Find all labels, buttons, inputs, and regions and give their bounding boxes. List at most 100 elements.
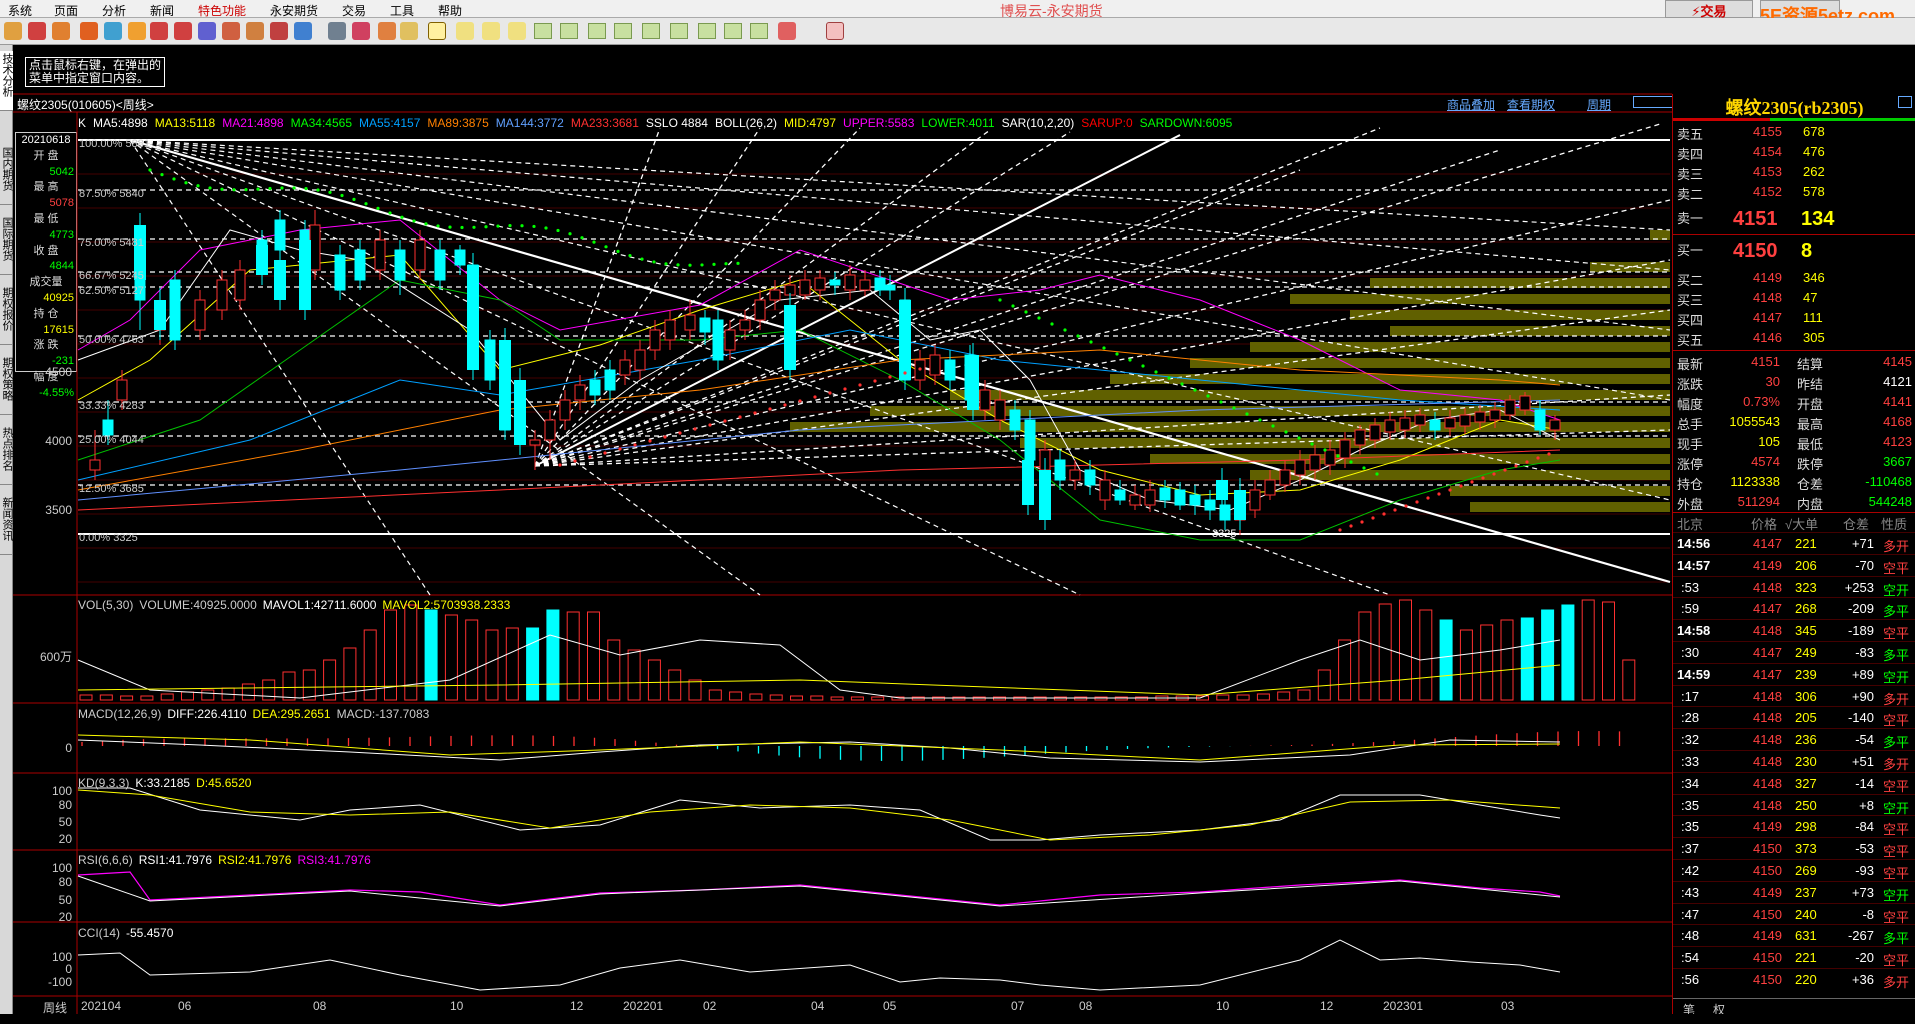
ask-row[interactable]: 卖一 4151 134 [1673,206,1915,232]
tick-time: 14:56 [1677,536,1711,551]
sar-dot [496,224,500,228]
candle-body [699,317,711,333]
rsi-legend: RSI(6,6,6) RSI1:41.7976 RSI2:41.7976 RSI3:4… [78,853,377,867]
tick-nature: 多开 [1883,691,1910,707]
bid-row[interactable]: 买一 4150 8 [1673,238,1915,266]
trade-button[interactable]: ⚡交易 [1665,0,1753,19]
sar-dot [220,187,224,191]
ask-row[interactable]: 卖五 4155 678 [1673,122,1915,142]
candle-body [559,399,571,421]
rsi-legend-item: RSI(6,6,6) [78,853,133,867]
volume-bar [566,611,580,701]
volume-bar [850,696,864,701]
volume-bar [465,619,479,701]
sar-dot [1271,424,1275,428]
tick-oi-change: -20 [1855,950,1874,966]
sar-dot [712,262,716,266]
fib-price: 3325 [113,532,138,544]
fib-percent: 50.00% [79,334,120,346]
tick-header-cell: 北京 [1677,517,1704,532]
candle-body [434,249,446,281]
sar-dot [648,439,652,443]
time-axis-label: 03 [1501,999,1515,1013]
stat-label: 最低 [1797,437,1824,452]
stat-label: 最高 [1797,417,1824,432]
ask-row[interactable]: 卖四 4154 476 [1673,142,1915,162]
candle-body [499,340,511,430]
bid-row[interactable]: 买二 4149 346 [1673,268,1915,288]
stat-value: 3667 [1883,454,1912,469]
ask-price: 4153 [1753,164,1782,179]
sar-dot [1393,508,1397,512]
tick-row: :37 4150 373 -53 空平 [1673,837,1915,859]
bid-price: 4148 [1753,290,1782,305]
candle-body [844,274,856,291]
bid-label: 买四 [1677,313,1704,328]
time-axis-label: 07 [1011,999,1025,1013]
volume-bar [790,695,803,701]
sar-dot [172,177,176,181]
stat-value: 544248 [1868,494,1912,509]
candle-body [1459,414,1471,427]
bid-label: 买一 [1677,243,1704,258]
sar-dot [1547,452,1551,456]
candle-body [1159,487,1171,501]
sar-dot [328,190,332,194]
tick-oi-change: -8 [1862,906,1874,922]
sar-dot [1154,370,1158,374]
macd-legend-item: DEA:295.2651 [252,707,331,721]
stat-value: -110468 [1865,474,1912,489]
macd-legend-item: DIFF:226.4110 [167,707,247,721]
fib-percent: 25.00% [79,434,120,446]
candle-body [1279,469,1291,486]
sar-dot [1050,322,1054,326]
mavol1-line [77,634,1561,699]
sar-dot [700,263,704,267]
stat-value: 1055543 [1729,414,1780,429]
sar-dot [1232,406,1236,410]
volume-bar [627,649,641,701]
cci-line [77,939,1561,991]
tick-nature: 空开 [1883,582,1910,598]
stat-label: 持仓 [1677,477,1704,492]
sar-dot [1284,430,1288,434]
volume-bar [1602,601,1615,701]
bid-label: 买三 [1677,293,1704,308]
tick-nature: 多平 [1883,604,1910,620]
volume-bar [1561,604,1575,701]
bid-row[interactable]: 买三 4148 47 [1673,288,1915,308]
volume-bar [1541,609,1555,701]
gann-fan-line [534,127,661,467]
ask-row[interactable]: 卖三 4153 262 [1673,162,1915,182]
candle-body [1069,469,1081,481]
sar-dot [520,224,524,228]
stat-label: 结算 [1797,357,1824,372]
stat-value: 30 [1765,374,1780,389]
bid-row[interactable]: 买五 4146 305 [1673,328,1915,348]
stat-value: 511294 [1737,494,1780,509]
fib-percent: 100.00% [79,138,126,150]
candle-body [1474,411,1486,423]
fib-level-label: 87.50% 5840 [79,188,144,200]
candle-body [769,289,781,301]
sar-dot [1448,488,1452,492]
sar-dot [1375,472,1379,476]
tick-nature: 空平 [1883,713,1910,729]
time-axis-label: 10 [1216,999,1230,1013]
expand-icon[interactable] [1898,96,1912,108]
tick-price: 4148 [1753,732,1782,748]
bid-volume: 47 [1803,290,1818,305]
cci-axis-label: -100 [47,975,72,989]
candle-body [929,354,941,376]
sar-dot [1503,468,1507,472]
stat-row: 外盘 511294 内盘 544248 [1673,492,1915,512]
ask-row[interactable]: 卖二 4152 578 [1673,182,1915,202]
time-axis-label: 05 [883,999,897,1013]
tick-volume: 221 [1795,950,1817,966]
d-line [77,789,1561,841]
tick-nature: 空平 [1883,822,1910,838]
volume-legend: VOL(5,30) VOLUME:40925.0000 MAVOL1:42711.6… [78,598,516,612]
fib-percent: 0.00% [79,532,114,544]
sar-dot [1076,334,1080,338]
bid-row[interactable]: 买四 4147 111 [1673,308,1915,328]
